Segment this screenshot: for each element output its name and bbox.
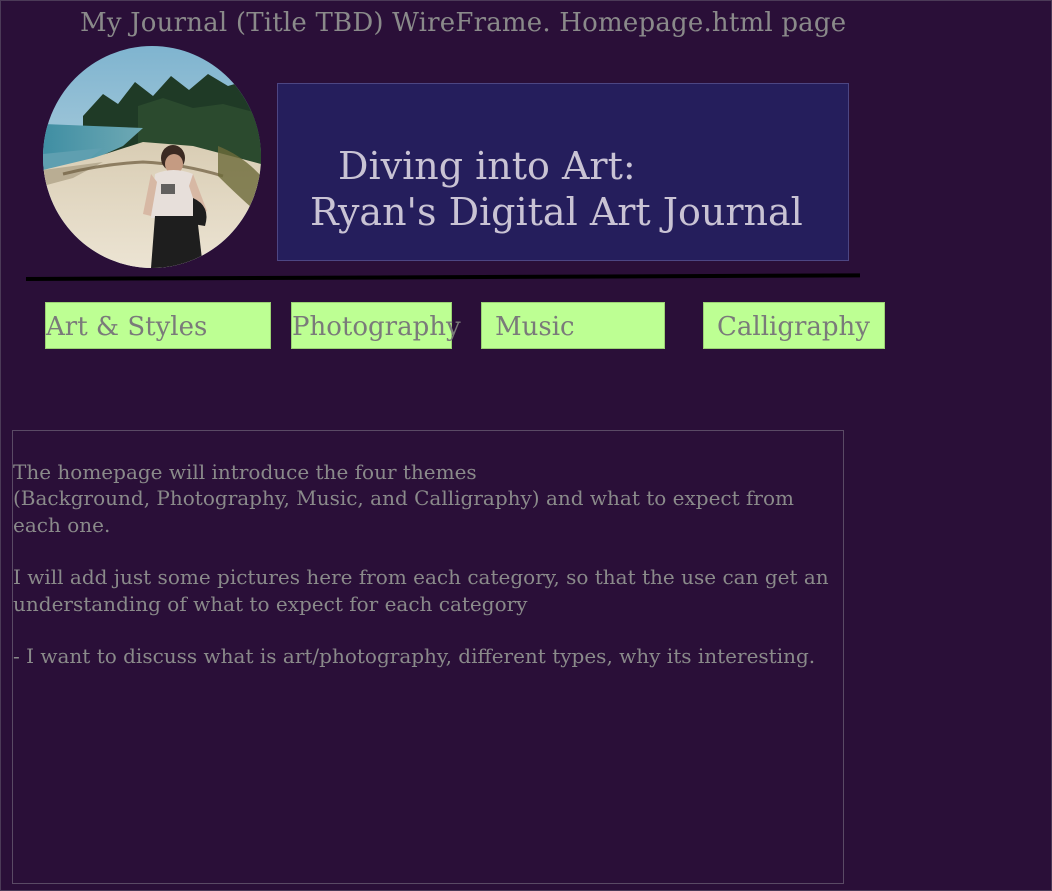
header-divider xyxy=(25,273,861,281)
content-line: understanding of what to expect for each… xyxy=(13,591,528,616)
header-banner: Diving into Art: Ryan's Digital Art Jour… xyxy=(277,83,849,261)
profile-photo-icon xyxy=(43,46,261,268)
content-line: - I want to discuss what is art/photogra… xyxy=(13,644,816,669)
banner-title-line2: Ryan's Digital Art Journal xyxy=(310,190,803,234)
nav-item-photography[interactable]: Photography xyxy=(291,302,461,349)
page: { "page": { "wireframe_title": "My Journ… xyxy=(0,0,1052,891)
banner-title-line1: Diving into Art: xyxy=(338,144,636,188)
content-area: The homepage will introduce the four the… xyxy=(12,430,844,884)
content-text: The homepage will introduce the four the… xyxy=(13,459,829,669)
nav-item-music[interactable]: Music xyxy=(481,302,665,349)
nav-item-calligraphy[interactable]: Calligraphy xyxy=(703,302,885,349)
content-line: I will add just some pictures here from … xyxy=(13,565,829,590)
nav-item-art-styles[interactable]: Art & Styles xyxy=(45,302,271,349)
content-line: (Background, Photography, Music, and Cal… xyxy=(13,486,794,511)
content-line: each one. xyxy=(13,512,111,537)
page-title: My Journal (Title TBD) WireFrame. Homepa… xyxy=(80,8,847,38)
content-line: The homepage will introduce the four the… xyxy=(13,460,477,484)
avatar xyxy=(43,46,261,268)
